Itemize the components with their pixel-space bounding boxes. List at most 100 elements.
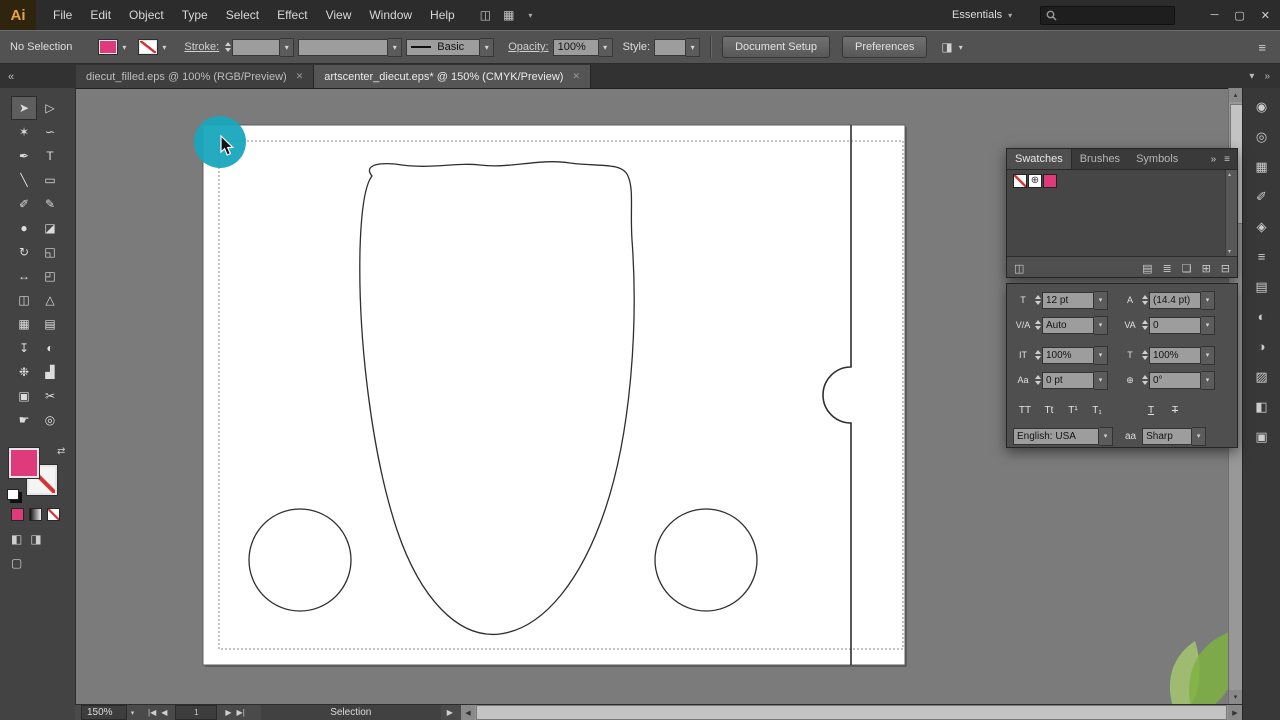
stepper[interactable]: [1033, 372, 1042, 388]
brush-definition-value[interactable]: Basic: [406, 38, 481, 56]
anti-alias-dropdown[interactable]: Sharp: [1142, 426, 1207, 446]
symbol-sprayer-tool[interactable]: ❉: [11, 360, 37, 384]
graphic-styles-panel-icon[interactable]: ▨: [1249, 366, 1275, 387]
mesh-tool[interactable]: ▦: [11, 312, 37, 336]
opacity-value[interactable]: 100%: [552, 38, 599, 56]
language-dropdown[interactable]: English: USA: [1013, 426, 1113, 446]
dropdown-arrow[interactable]: [1094, 370, 1108, 390]
opacity-link[interactable]: Opacity:: [508, 41, 548, 53]
control-panel-menu-icon[interactable]: ≡: [1258, 40, 1266, 55]
close-button[interactable]: ✕: [1261, 9, 1270, 22]
menu-edit[interactable]: Edit: [81, 0, 120, 30]
dropdown-arrow[interactable]: [1201, 290, 1215, 310]
swatch-libraries-icon[interactable]: ◫: [1014, 262, 1024, 275]
underline-button[interactable]: T: [1139, 401, 1163, 419]
draw-behind-icon[interactable]: ◨: [30, 532, 41, 546]
lasso-tool[interactable]: ∽: [37, 120, 63, 144]
tab-brushes[interactable]: Brushes: [1072, 149, 1128, 169]
blend-tool[interactable]: ◐: [37, 336, 63, 360]
stepper[interactable]: [1033, 292, 1042, 308]
eyedropper-tool[interactable]: ↧: [11, 336, 37, 360]
swatch-registration[interactable]: ⊕: [1028, 174, 1042, 188]
tracking-value[interactable]: 0: [1149, 316, 1201, 334]
arrange-documents-icon[interactable]: ▦: [503, 8, 514, 22]
menu-view[interactable]: View: [317, 0, 361, 30]
dropdown-arrow[interactable]: [1094, 315, 1108, 335]
layers-panel-icon[interactable]: ◧: [1249, 396, 1275, 417]
shape-builder-tool[interactable]: ◫: [11, 288, 37, 312]
align-arrow[interactable]: [955, 39, 967, 55]
panel-menu-icon[interactable]: ≡: [1224, 154, 1230, 165]
workspace-switcher[interactable]: Essentials: [946, 6, 1018, 24]
stroke-dropdown-arrow[interactable]: [158, 39, 170, 55]
kerning-field[interactable]: Auto: [1033, 315, 1108, 335]
draw-normal-icon[interactable]: ◧: [11, 532, 22, 546]
brushes-panel-icon[interactable]: ✐: [1249, 186, 1275, 207]
baseline-shift-field[interactable]: 0 pt: [1033, 370, 1108, 390]
font-size-value[interactable]: 12 pt: [1042, 291, 1094, 309]
fill-color-swatch[interactable]: [98, 39, 119, 55]
swatch-pink[interactable]: [1043, 174, 1057, 188]
scroll-right-icon[interactable]: ▶: [1228, 705, 1242, 720]
tab-swatches[interactable]: Swatches: [1007, 149, 1072, 169]
document-setup-button[interactable]: Document Setup: [722, 36, 831, 58]
graphic-style-dropdown[interactable]: [654, 37, 701, 57]
magic-wand-tool[interactable]: ✶: [11, 120, 37, 144]
leading-field[interactable]: (14.4 pt): [1140, 290, 1215, 310]
swatches-panel-icon[interactable]: ▦: [1249, 156, 1275, 177]
rectangle-tool[interactable]: ▭: [37, 168, 63, 192]
collapse-panel-icon[interactable]: »: [1211, 154, 1217, 165]
swatch-scrollbar[interactable]: [1225, 170, 1237, 256]
menu-type[interactable]: Type: [173, 0, 217, 30]
column-graph-tool[interactable]: ▟: [37, 360, 63, 384]
artboard-number-field[interactable]: 1: [175, 705, 218, 720]
stepper[interactable]: [1140, 347, 1149, 363]
menu-window[interactable]: Window: [360, 0, 421, 30]
type-tool[interactable]: T: [37, 144, 63, 168]
last-artboard-icon[interactable]: ▶|: [237, 708, 245, 717]
width-tool[interactable]: ↔: [11, 264, 37, 288]
close-tab-icon[interactable]: ✕: [296, 71, 304, 82]
perspective-grid-tool[interactable]: △: [37, 288, 63, 312]
color-guide-panel-icon[interactable]: ◎: [1249, 126, 1275, 147]
stepper[interactable]: [1033, 347, 1042, 363]
rotation-value[interactable]: 0°: [1149, 371, 1201, 389]
horizontal-scale-field[interactable]: 100%: [1140, 345, 1215, 365]
rotate-tool[interactable]: ↻: [11, 240, 37, 264]
line-segment-tool[interactable]: ╲: [11, 168, 37, 192]
stroke-color-swatch[interactable]: [138, 39, 159, 55]
dropdown-arrow[interactable]: [1099, 426, 1113, 446]
status-menu-arrow[interactable]: ▶: [447, 708, 453, 717]
swap-fill-stroke-icon[interactable]: ⇄: [57, 446, 65, 457]
stroke-weight-dropdown[interactable]: [280, 37, 295, 57]
scale-tool[interactable]: ◱: [37, 240, 63, 264]
chevron-down-icon[interactable]: ▾: [528, 11, 532, 20]
font-size-field[interactable]: 12 pt: [1033, 290, 1108, 310]
appearance-panel-icon[interactable]: ◑: [1249, 336, 1275, 357]
width-profile-value[interactable]: [298, 38, 389, 56]
graphic-style-value[interactable]: [654, 38, 687, 56]
swatch-kinds-icon[interactable]: ▤: [1142, 262, 1152, 275]
tab-artscenter-diecut[interactable]: artscenter_diecut.eps* @ 150% (CMYK/Prev…: [314, 65, 592, 88]
all-caps-button[interactable]: TT: [1013, 401, 1037, 419]
opacity-arrow[interactable]: [598, 37, 613, 57]
direct-selection-tool[interactable]: ▷: [37, 96, 63, 120]
character-rotation-field[interactable]: 0°: [1140, 370, 1215, 390]
color-button[interactable]: [11, 508, 24, 521]
screen-mode-icon[interactable]: ▢: [11, 556, 22, 570]
swatch-options-icon[interactable]: ≣: [1162, 262, 1171, 275]
previous-artboard-icon[interactable]: ◀: [161, 708, 167, 717]
hand-tool[interactable]: ☛: [11, 408, 37, 432]
baseline-shift-value[interactable]: 0 pt: [1042, 371, 1094, 389]
dropdown-arrow[interactable]: [1192, 426, 1207, 446]
stepper[interactable]: [1140, 372, 1149, 388]
tab-diecut-filled[interactable]: diecut_filled.eps @ 100% (RGB/Preview) ✕: [76, 65, 315, 88]
symbols-panel-icon[interactable]: ◈: [1249, 216, 1275, 237]
stepper[interactable]: [1140, 292, 1149, 308]
zoom-level-field[interactable]: 150%: [81, 705, 127, 720]
collapse-panels-icon[interactable]: «: [0, 65, 22, 88]
opacity-field[interactable]: 100%: [552, 37, 613, 57]
stepper[interactable]: [1140, 317, 1149, 333]
new-color-group-icon[interactable]: ❏: [1182, 262, 1192, 275]
vertical-scale-field[interactable]: 100%: [1033, 345, 1108, 365]
